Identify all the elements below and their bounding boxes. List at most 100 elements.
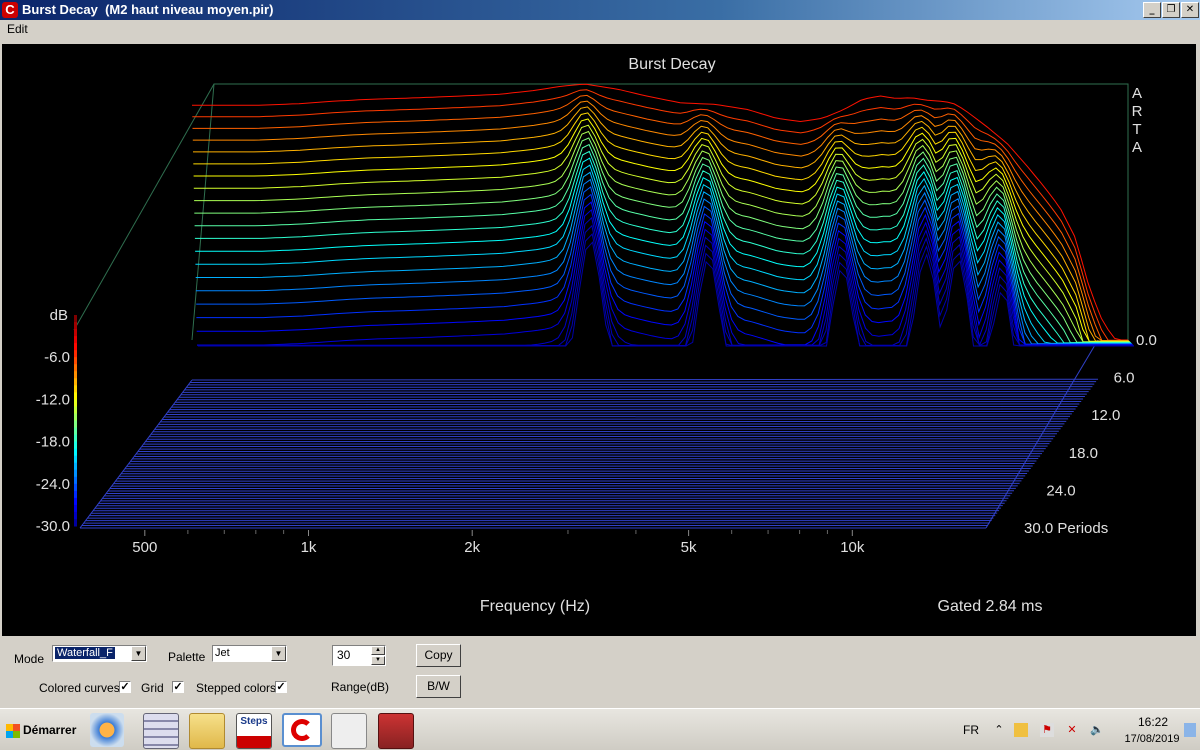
colored-curves-label: Colored curves [39, 681, 120, 695]
colorbar-segment [74, 392, 77, 400]
minimize-button[interactable]: _ [1143, 2, 1161, 18]
z-tick-label: 24.0 [1046, 482, 1075, 499]
restore-button[interactable]: ❐ [1162, 2, 1180, 18]
colorbar-segment [74, 357, 77, 365]
floor-slice-line [166, 414, 1072, 415]
floor-slice-line [157, 426, 1063, 427]
stepped-colors-label: Stepped colors [196, 681, 276, 695]
floor-slice-line [155, 429, 1061, 430]
copy-button[interactable]: Copy [416, 644, 461, 667]
speaker-icon[interactable]: 🔈 [1090, 723, 1104, 737]
arta-watermark-letter: A [1132, 85, 1142, 102]
floor-slice-line [162, 419, 1068, 420]
floor-slice-line [158, 424, 1064, 425]
db-colorbar [74, 315, 77, 527]
y-tick-label: -24.0 [36, 476, 70, 493]
start-label: Démarrer [23, 723, 76, 737]
z-tick-label: 18.0 [1069, 445, 1098, 462]
network-icon[interactable] [1014, 723, 1028, 737]
stepped-colors-checkbox[interactable]: ✓ [275, 681, 287, 693]
colorbar-segment [74, 406, 77, 414]
y-tick-label: -6.0 [44, 349, 70, 366]
colorbar-segment [74, 477, 77, 485]
chevron-down-icon[interactable]: ▼ [271, 646, 286, 661]
z-tick-label: 30.0 Periods [1024, 520, 1108, 537]
x-tick-label: 1k [301, 539, 317, 556]
floor-slice-line [177, 399, 1083, 400]
palette-select[interactable]: Jet ▼ [212, 645, 287, 662]
close-button[interactable]: ✕ [1181, 2, 1199, 18]
x-axis-label: Frequency (Hz) [480, 598, 590, 615]
clock-date[interactable]: 17/08/2019 [1112, 733, 1192, 745]
spin-up-icon[interactable]: ▲ [371, 646, 385, 655]
floor-slice-line [171, 406, 1077, 407]
y-axis-label: dB [50, 307, 68, 324]
colorbar-segment [74, 498, 77, 506]
colorbar-segment [74, 385, 77, 393]
spin-down-icon[interactable]: ▼ [371, 656, 385, 665]
window-title: Burst Decay (M2 haut niveau moyen.pir) [22, 2, 273, 17]
arta-logo-icon [291, 719, 313, 741]
floor-slice-line [153, 431, 1059, 432]
arta-watermark-letter: R [1132, 103, 1143, 120]
colorbar-segment [74, 315, 77, 323]
colorbar-segment [74, 350, 77, 358]
arta-icon[interactable] [282, 713, 322, 747]
floor-slice-line [173, 404, 1079, 405]
network-disconnected-icon[interactable]: ✕ [1065, 723, 1079, 737]
arta-app-icon[interactable]: C [2, 2, 18, 18]
colorbar-segment [74, 322, 77, 330]
mode-select[interactable]: Waterfall_F ▼ [52, 645, 147, 662]
colorbar-segment [74, 456, 77, 464]
steps-label: Steps [237, 716, 271, 727]
colorbar-segment [74, 336, 77, 344]
calculator-icon[interactable] [143, 713, 179, 749]
menu-edit[interactable]: Edit [7, 22, 28, 36]
bw-button[interactable]: B/W [416, 675, 461, 698]
palette-value: Jet [215, 647, 230, 659]
steps-icon[interactable]: Steps [236, 713, 272, 749]
colorbar-segment [74, 378, 77, 386]
language-indicator[interactable]: FR [963, 723, 979, 737]
title-bar[interactable]: C Burst Decay (M2 haut niveau moyen.pir)… [0, 0, 1200, 20]
mode-value: Waterfall_F [55, 647, 115, 659]
steps-graph [237, 736, 271, 748]
chevron-down-icon[interactable]: ▼ [131, 646, 146, 661]
grid-checkbox[interactable]: ✓ [172, 681, 184, 693]
colorbar-segment [74, 491, 77, 499]
grid-label: Grid [141, 681, 164, 695]
burst-decay-plot: 5001k2k5k10k0.06.012.018.024.030.0 Perio… [2, 44, 1196, 636]
x-tick-label: 5k [681, 539, 697, 556]
colorbar-segment [74, 470, 77, 478]
limp-icon[interactable] [331, 713, 367, 749]
floor-slice-line [168, 411, 1074, 412]
show-desktop-icon[interactable] [1184, 723, 1196, 737]
colorbar-segment [74, 329, 77, 337]
palette-label: Palette [168, 650, 205, 664]
range-spinner[interactable]: 30 ▲ ▼ [332, 645, 386, 666]
colored-curves-checkbox[interactable]: ✓ [119, 681, 131, 693]
colorbar-segment [74, 421, 77, 429]
chevron-up-icon[interactable]: ⌃ [992, 723, 1006, 737]
z-tick-label: 6.0 [1114, 370, 1135, 387]
colorbar-segment [74, 442, 77, 450]
folder-icon[interactable] [189, 713, 225, 749]
gate-note: Gated 2.84 ms [938, 598, 1043, 615]
colorbar-segment [74, 428, 77, 436]
floor-slice-line [164, 416, 1070, 417]
arta-watermark-letter: T [1132, 121, 1141, 138]
floor-slice-line [160, 421, 1066, 422]
stereo-icon[interactable] [378, 713, 414, 749]
x-tick-label: 2k [464, 539, 480, 556]
media-player-icon[interactable] [90, 713, 124, 747]
colorbar-segment [74, 519, 77, 527]
menu-bar: Edit [0, 20, 1200, 40]
flag-icon[interactable]: ⚑ [1040, 723, 1054, 737]
taskbar: Démarrer Steps FR ⌃ ⚑ ✕ 🔈 16:22 17/08/20… [0, 708, 1200, 750]
clock-time[interactable]: 16:22 [1118, 715, 1188, 729]
mode-label: Mode [14, 652, 44, 666]
start-button[interactable]: Démarrer [2, 715, 82, 745]
colorbar-segment [74, 343, 77, 351]
y-tick-label: -18.0 [36, 434, 70, 451]
colorbar-segment [74, 413, 77, 421]
